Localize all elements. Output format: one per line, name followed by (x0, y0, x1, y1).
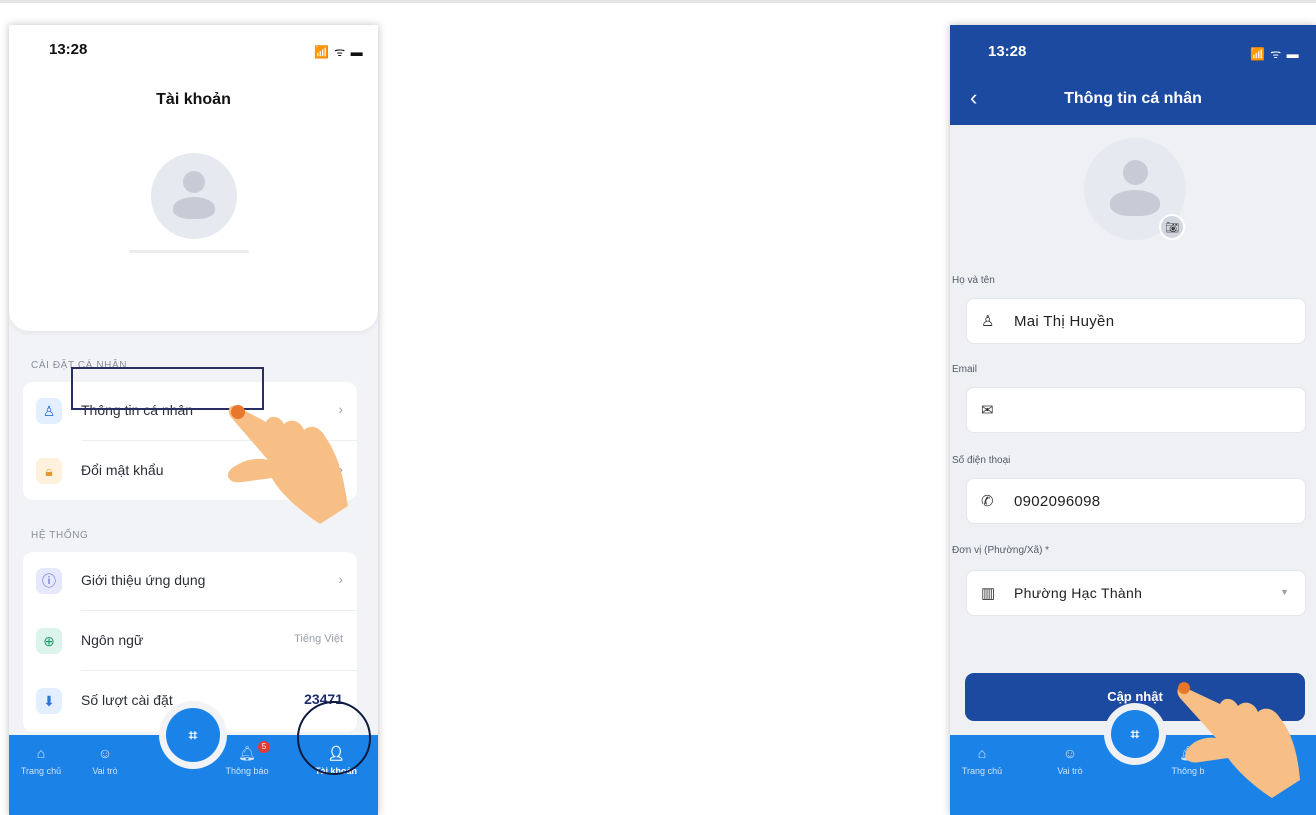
status-icons: 📶 ᯤ ▬ (1250, 47, 1300, 61)
unit-select[interactable]: ▥ Phường Hạc Thành ▼ (966, 570, 1306, 616)
home-icon: ⌂ (36, 745, 46, 761)
tab-label: Vai trò (1057, 766, 1083, 776)
tab-label: Vai trò (92, 766, 118, 776)
page-title: Thông tin cá nhân (1064, 90, 1202, 107)
tab-home[interactable]: ⌂ Trang chủ (9, 745, 73, 776)
avatar-body-shape (173, 197, 215, 219)
email-label: Email (952, 364, 978, 375)
role-icon: ☺ (1062, 745, 1078, 761)
menu-item-about-app[interactable]: ⓘ Giới thiệu ứng dụng › (23, 552, 357, 610)
email-field[interactable]: ✉ (966, 387, 1306, 433)
qr-scan-button[interactable]: ⌗ (166, 708, 220, 762)
tab-notifications[interactable]: 🔔︎ Thông báo (215, 745, 279, 776)
chevron-right-icon: › (338, 571, 343, 587)
pointing-hand-icon (227, 405, 348, 524)
phone-value: 0902096098 (1014, 493, 1101, 510)
name-field[interactable]: ♙ Mai Thị Huyền (966, 298, 1306, 344)
phone-label: Số điện thoại (952, 455, 1011, 466)
tab-label: Trang chủ (961, 766, 1003, 776)
menu-item-language[interactable]: ⊕ Ngôn ngữ Tiếng Việt (23, 612, 357, 670)
page-title: Tài khoản (156, 91, 231, 108)
home-icon: ⌂ (977, 745, 987, 761)
qr-code-icon: ⌗ (188, 726, 198, 744)
tab-roles[interactable]: ☺ Vai trò (73, 745, 137, 776)
name-value: Mai Thị Huyền (1014, 313, 1115, 330)
tab-home[interactable]: ⌂ Trang chủ (950, 745, 1014, 776)
phone-field[interactable]: ✆ 0902096098 (966, 478, 1306, 524)
info-icon: ⓘ (36, 568, 62, 594)
building-icon: ▥ (981, 585, 996, 602)
chevron-down-icon: ▼ (1280, 587, 1289, 597)
header-bar: 13:28 📶 ᯤ ▬ ‹ Thông tin cá nhân (950, 25, 1316, 125)
pointing-hand-icon (1177, 682, 1300, 798)
mail-icon: ✉ (981, 402, 994, 419)
role-icon: ☺ (97, 745, 113, 761)
tab-label: Trang chủ (20, 766, 62, 776)
qr-code-icon: ⌗ (1130, 725, 1140, 743)
user-icon: ♙ (981, 313, 995, 330)
avatar-head-shape (183, 171, 205, 193)
status-icons: 📶 ᯤ ▬ (314, 45, 364, 59)
account-header-card: 13:28 📶 ᯤ ▬ Tài khoản (9, 25, 378, 331)
qr-scan-button[interactable]: ⌗ (1111, 710, 1159, 758)
avatar-head-shape (1123, 160, 1148, 185)
avatar[interactable] (151, 153, 237, 239)
menu-item-label: Ngôn ngữ (81, 632, 144, 648)
tab-highlight-circle (297, 701, 371, 775)
unit-label: Đơn vị (Phường/Xã) * (952, 545, 1050, 556)
unit-value: Phường Hạc Thành (1014, 585, 1143, 601)
lock-icon: 🔒︎ (36, 458, 62, 484)
divider (81, 670, 357, 671)
section-label-system: HỆ THỐNG (31, 530, 89, 541)
menu-item-label: Giới thiệu ứng dụng (81, 572, 206, 588)
avatar-body-shape (1110, 190, 1160, 216)
notification-badge: 5 (258, 741, 270, 753)
download-icon: ⬇ (36, 688, 62, 714)
phone-icon: ✆ (981, 493, 994, 510)
menu-item-label: Số lượt cài đặt (81, 692, 173, 708)
top-divider (0, 0, 1316, 3)
language-value: Tiếng Việt (294, 633, 343, 645)
globe-icon: ⊕ (36, 628, 62, 654)
blurred-username (129, 250, 249, 253)
tab-label: Thông báo (225, 766, 269, 776)
menu-item-label: Đổi mật khẩu (81, 462, 164, 478)
status-time: 13:28 (49, 41, 88, 58)
tab-roles[interactable]: ☺ Vai trò (1038, 745, 1102, 776)
camera-icon[interactable]: 📷︎ (1159, 214, 1185, 240)
divider (81, 610, 357, 611)
user-icon: ♙ (36, 398, 62, 424)
status-time: 13:28 (988, 43, 1027, 60)
name-label: Họ và tên (952, 275, 995, 286)
